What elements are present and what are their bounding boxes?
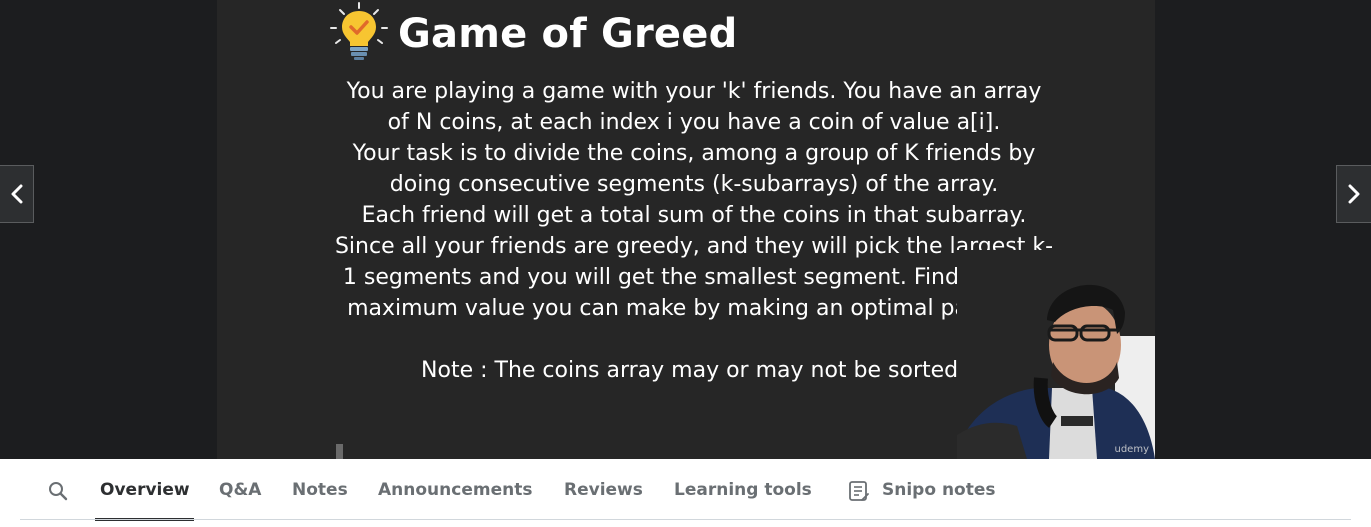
slide-body-line: of N coins, at each index i you have a c… — [387, 110, 1001, 135]
tab-reviews[interactable]: Reviews — [564, 473, 643, 507]
search-button[interactable] — [44, 477, 72, 505]
slide-body-line: maximum value you can make by making an … — [347, 296, 1041, 321]
previous-lecture-button[interactable] — [0, 165, 34, 223]
tab-learning-tools[interactable]: Learning tools — [674, 473, 812, 507]
instructor-figure — [957, 250, 1155, 459]
tab-snipo-notes[interactable]: Snipo notes — [882, 473, 996, 507]
lightbulb-check-icon — [330, 2, 388, 60]
tab-notes[interactable]: Notes — [292, 473, 348, 507]
udemy-watermark: udemy — [1114, 444, 1150, 455]
instructor-webcam: udemy — [957, 250, 1155, 459]
slide-body-line: doing consecutive segments (k-subarrays)… — [389, 172, 999, 197]
search-icon — [49, 482, 68, 501]
tab-divider — [20, 519, 1351, 520]
video-player[interactable]: Game of Greed You are playing a game wit… — [0, 0, 1371, 459]
video-progress-marker — [336, 444, 343, 459]
slide-body-line: Since all your friends are greedy, and t… — [334, 234, 1054, 259]
slide-body-line: 1 segments and you will get the smallest… — [342, 265, 1046, 290]
notes-list-icon — [849, 481, 869, 501]
slide-body: You are playing a game with your 'k' fri… — [330, 76, 1058, 324]
slide-title: Game of Greed — [398, 11, 738, 57]
slide-body-line: Each friend will get a total sum of the … — [361, 203, 1027, 228]
slide-body-line: Your task is to divide the coins, among … — [352, 141, 1036, 166]
tab-overview[interactable]: Overview — [100, 473, 190, 507]
tab-announcements[interactable]: Announcements — [378, 473, 532, 507]
tab-qa[interactable]: Q&A — [219, 473, 261, 507]
chevron-right-icon — [1348, 184, 1360, 204]
chevron-left-icon — [11, 184, 22, 204]
slide-body-line: You are playing a game with your 'k' fri… — [346, 79, 1042, 104]
next-lecture-button[interactable] — [1336, 165, 1371, 223]
slide-note: Note : The coins array may or may not be… — [421, 358, 967, 383]
course-tab-bar: Overview Q&A Notes Announcements Reviews… — [0, 459, 1371, 527]
